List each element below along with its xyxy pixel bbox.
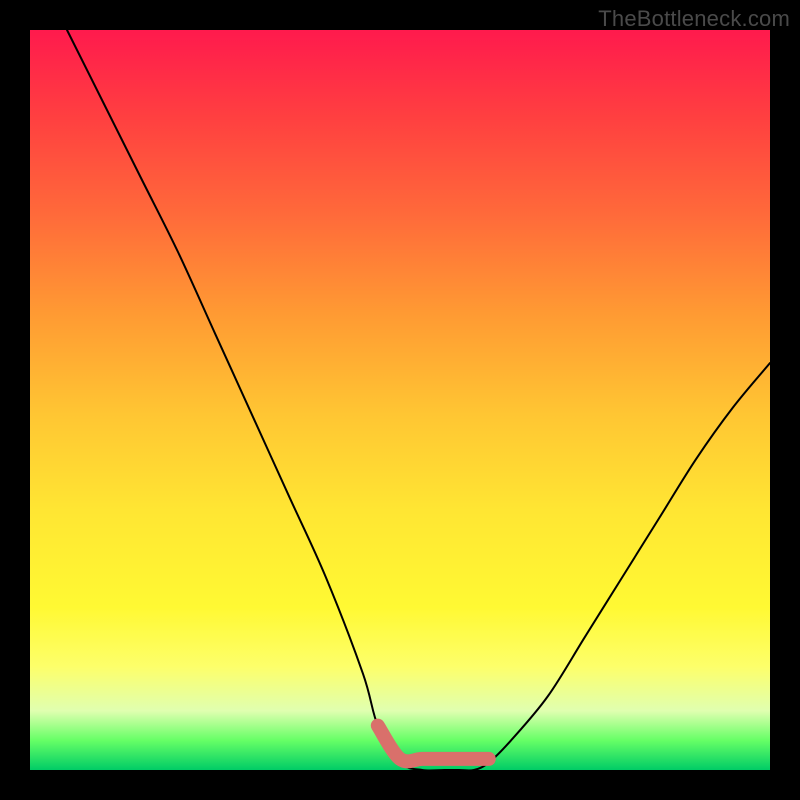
watermark-text: TheBottleneck.com [598, 6, 790, 32]
highlight-band-path [378, 726, 489, 762]
bottleneck-curve-path [67, 30, 770, 771]
chart-frame: TheBottleneck.com [0, 0, 800, 800]
plot-area [30, 30, 770, 770]
curve-svg [30, 30, 770, 770]
